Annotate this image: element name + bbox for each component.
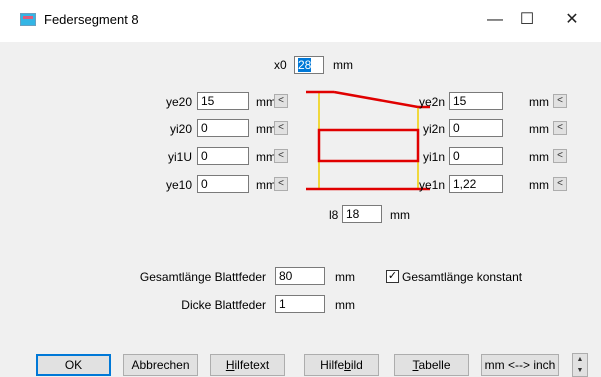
ye10-arrow-button[interactable]: < (274, 177, 288, 191)
yi20-label: yi20 (169, 122, 192, 136)
ye2n-label: ye2n (418, 95, 445, 109)
dialog-content: x0 28 mm ye20 15 mm < yi20 0 mm < yi1U 0… (0, 42, 601, 377)
ye1n-unit: mm (529, 178, 549, 192)
yi20-input[interactable]: 0 (197, 119, 249, 137)
table-label: abelle (418, 358, 451, 372)
help-text-label: ilfetext (234, 358, 270, 372)
x0-label: x0 (274, 58, 287, 72)
thickness-label: Dicke Blattfeder (181, 298, 266, 312)
spinner-down-icon[interactable]: ▼ (573, 365, 587, 376)
ye10-unit: mm (256, 178, 276, 192)
yi1u-label: yi1U (167, 150, 192, 164)
x0-unit: mm (333, 58, 353, 72)
x0-input[interactable]: 28 (294, 56, 324, 74)
thickness-unit: mm (335, 298, 355, 312)
ye1n-arrow-button[interactable]: < (553, 177, 567, 191)
l8-label: l8 (329, 208, 339, 222)
yi1u-input[interactable]: 0 (197, 147, 249, 165)
ye20-input[interactable]: 15 (197, 92, 249, 110)
yi20-unit: mm (256, 122, 276, 136)
ye20-unit: mm (256, 95, 276, 109)
ye10-input[interactable]: 0 (197, 175, 249, 193)
yi1n-arrow-button[interactable]: < (553, 149, 567, 163)
close-button[interactable]: ✕ (549, 4, 595, 36)
inner-red-rectangle (317, 128, 420, 163)
yi1u-arrow-button[interactable]: < (274, 149, 288, 163)
x0-value: 28 (298, 58, 312, 72)
yi1n-unit: mm (529, 150, 549, 164)
ye20-arrow-button[interactable]: < (274, 94, 288, 108)
yi1u-unit: mm (256, 150, 276, 164)
ye20-label: ye20 (165, 95, 192, 109)
title-bar: Federsegment 8 — ☐ ✕ (0, 0, 601, 42)
constant-length-checkbox[interactable]: ✓ (386, 270, 399, 283)
help-image-label-pre: Hilfe (320, 358, 345, 372)
spinner-control[interactable]: ▲ ▼ (572, 353, 588, 377)
yi20-arrow-button[interactable]: < (274, 121, 288, 135)
yi1n-input[interactable]: 0 (449, 147, 503, 165)
app-icon (20, 13, 36, 26)
yi2n-label: yi2n (422, 122, 445, 136)
total-length-label: Gesamtlänge Blattfeder (139, 270, 266, 284)
l8-input[interactable]: 18 (342, 205, 382, 223)
yi2n-input[interactable]: 0 (449, 119, 503, 137)
yi1n-label: yi1n (422, 150, 445, 164)
yi2n-arrow-button[interactable]: < (553, 121, 567, 135)
top-slope-red-line (333, 90, 419, 109)
maximize-button[interactable]: ☐ (504, 4, 550, 36)
constant-length-label: Gesamtlänge konstant (402, 270, 523, 284)
ye2n-input[interactable]: 15 (449, 92, 503, 110)
l8-unit: mm (390, 208, 410, 222)
spinner-up-icon[interactable]: ▲ (573, 354, 587, 365)
ye2n-unit: mm (529, 95, 549, 109)
help-image-mnemonic: b (344, 358, 351, 372)
help-image-label-rest: ild (350, 358, 363, 372)
ye10-label: ye10 (165, 178, 192, 192)
total-length-input[interactable]: 80 (275, 267, 325, 285)
ye1n-input[interactable]: 1,22 (449, 175, 503, 193)
total-length-unit: mm (335, 270, 355, 284)
thickness-input[interactable]: 1 (275, 295, 325, 313)
ye1n-label: ye1n (418, 178, 445, 192)
window-title: Federsegment 8 (44, 12, 139, 27)
yi2n-unit: mm (529, 122, 549, 136)
ye2n-arrow-button[interactable]: < (553, 94, 567, 108)
